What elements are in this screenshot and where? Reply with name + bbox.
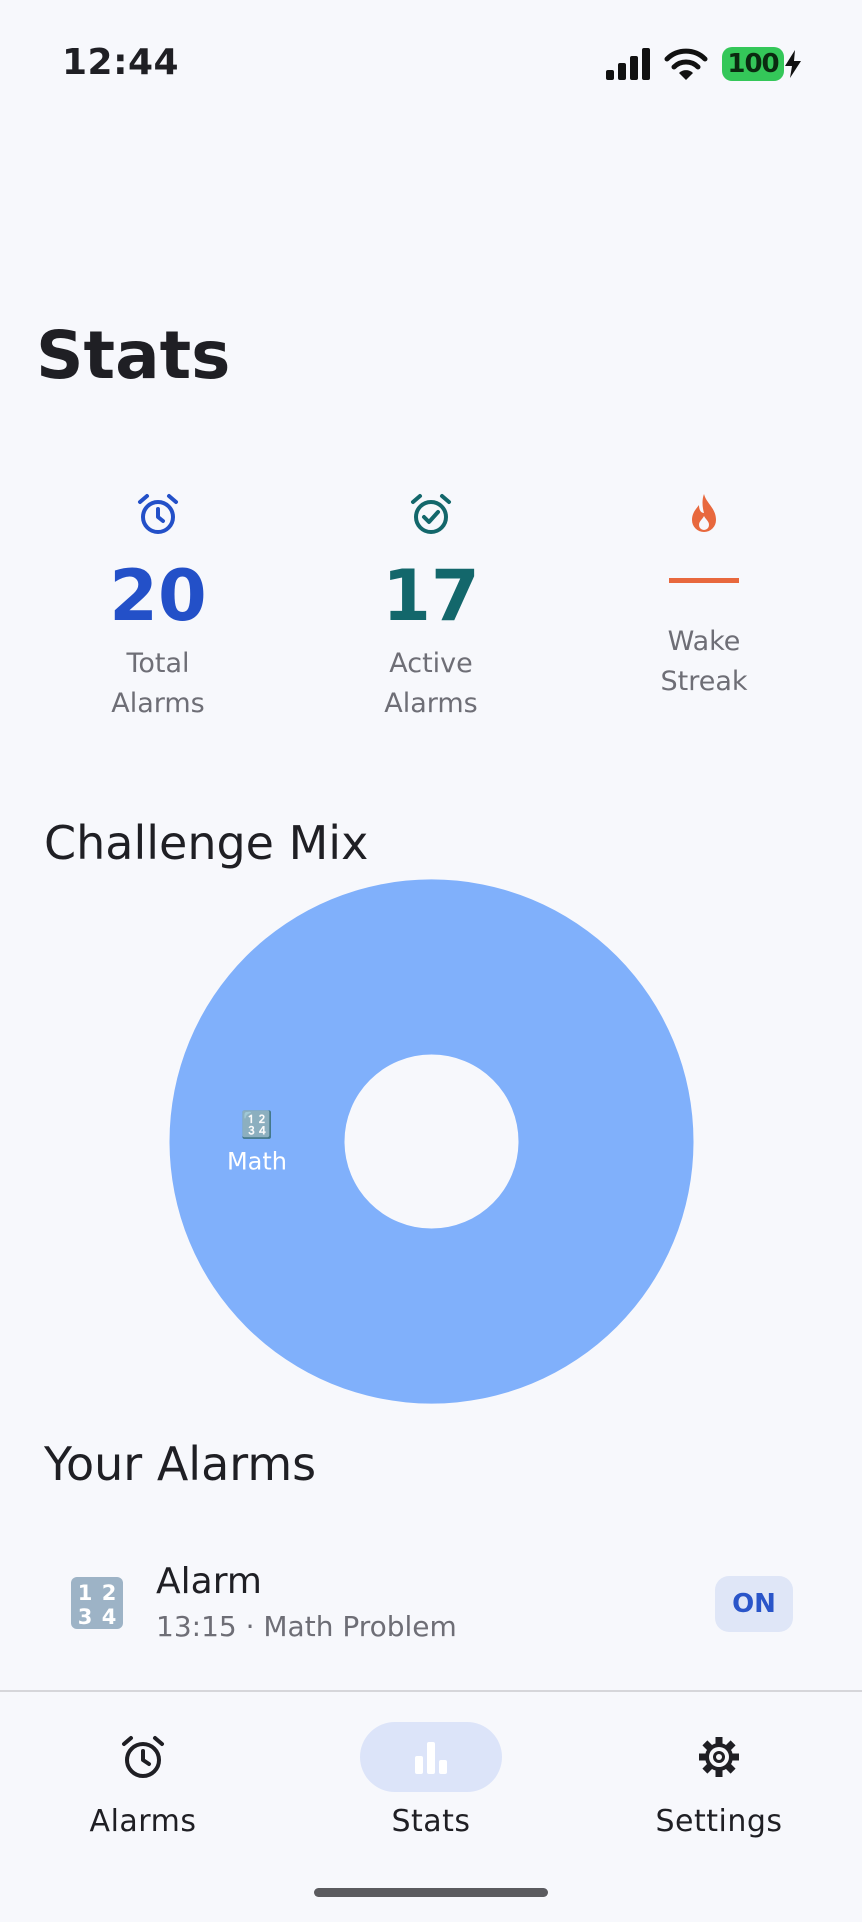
status-bar: 12:44 100 — [0, 0, 862, 130]
nav-item-settings[interactable]: Settings — [589, 1692, 849, 1852]
signal-icon — [606, 48, 650, 80]
battery-level: 100 — [727, 49, 779, 79]
alarm-check-icon — [411, 494, 451, 534]
nav-label: Stats — [391, 1804, 471, 1839]
slice-icon: 🔢 — [241, 1110, 273, 1141]
pie-slice-math — [169, 879, 694, 1404]
charging-bolt-icon — [785, 50, 801, 78]
challenge-mix-chart: 🔢 Math — [169, 879, 694, 1404]
nav-label: Alarms — [89, 1804, 197, 1839]
stat-wake-streak: Wake Streak — [604, 490, 804, 702]
home-indicator — [314, 1888, 548, 1897]
gear-icon — [699, 1737, 739, 1777]
your-alarms-title: Your Alarms — [44, 1437, 317, 1491]
nav-item-alarms[interactable]: Alarms — [13, 1692, 273, 1852]
alarm-status-toggle[interactable]: ON — [715, 1576, 793, 1632]
alarm-name: Alarm — [156, 1561, 262, 1602]
alarm-list-item[interactable]: 12 34 Alarm 13:15 · Math Problem ON — [40, 1540, 822, 1668]
streak-empty-dash — [669, 578, 739, 583]
svg-text:2: 2 — [102, 1581, 117, 1605]
svg-text:1: 1 — [78, 1581, 93, 1605]
flame-icon — [692, 494, 716, 532]
stat-total-alarms: 20 Total Alarms — [58, 490, 258, 724]
stat-active-alarms: 17 Active Alarms — [331, 490, 531, 724]
slice-label: Math — [227, 1148, 287, 1176]
svg-text:4: 4 — [102, 1605, 117, 1629]
stat-label: Total Alarms — [111, 648, 205, 719]
stat-label: Wake Streak — [660, 626, 748, 697]
battery-icon: 100 — [722, 47, 784, 81]
wifi-icon — [664, 48, 708, 80]
stat-value: 20 — [109, 555, 207, 637]
page-title: Stats — [36, 317, 231, 394]
nav-item-stats[interactable]: Stats — [301, 1692, 561, 1852]
stat-value: 17 — [382, 555, 480, 637]
challenge-mix-title: Challenge Mix — [44, 816, 369, 870]
alarm-clock-icon — [138, 494, 178, 534]
nav-label: Settings — [655, 1804, 783, 1839]
stat-label: Active Alarms — [384, 648, 478, 719]
math-numbers-icon: 12 34 — [71, 1577, 123, 1629]
alarm-detail: 13:15 · Math Problem — [156, 1610, 457, 1643]
svg-text:3: 3 — [78, 1605, 93, 1629]
status-time: 12:44 — [62, 42, 180, 83]
alarm-clock-icon — [122, 1736, 164, 1778]
bar-chart-icon — [415, 1742, 447, 1774]
